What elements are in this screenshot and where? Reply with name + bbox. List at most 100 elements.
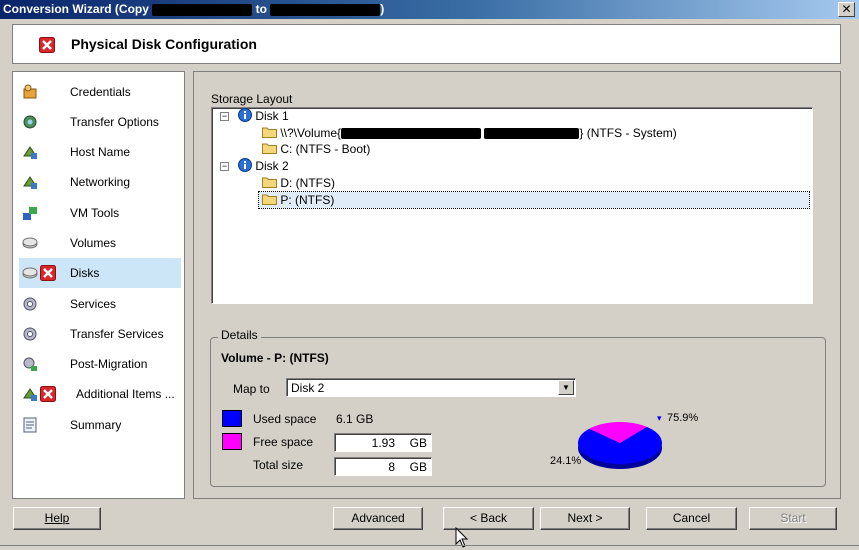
sidebar-item-post-migration[interactable]: Post-Migration: [19, 349, 181, 379]
total-size-unit: GB: [409, 460, 427, 474]
volumes-icon: [22, 237, 38, 249]
tree-item-label: Disk 2: [255, 159, 289, 173]
tree-item-label: D: (NTFS): [280, 176, 335, 190]
sidebar-item-label: Post-Migration: [70, 357, 148, 371]
used-percent-label: 75.9%: [667, 412, 698, 424]
sidebar-item-credentials[interactable]: Credentials: [19, 77, 181, 107]
total-size-field: 8 GB: [334, 457, 432, 476]
map-to-label: Map to: [233, 382, 270, 396]
cancel-button[interactable]: Cancel: [646, 507, 737, 530]
sidebar-item-label: Networking: [70, 175, 131, 189]
advanced-button-label: Advanced: [351, 511, 405, 525]
sidebar-item-host-name[interactable]: Host Name: [19, 137, 181, 167]
free-percent-label: 24.1%: [550, 455, 581, 467]
free-space-swatch: [222, 433, 242, 450]
redacted-source: [152, 3, 253, 16]
tree-item-disk1[interactable]: Disk 1: [238, 108, 289, 124]
tree-item-label: P: (NTFS): [280, 193, 335, 207]
sidebar-item-label: Transfer Options: [70, 115, 159, 129]
sidebar-item-label: Volumes: [70, 236, 117, 250]
total-size-value: 8: [388, 460, 395, 474]
sidebar-item-label: Additional Items ...: [76, 387, 175, 401]
total-size-label: Total size: [253, 458, 304, 472]
storage-layout-tree[interactable]: − Disk 1 \\?\Volume{ } (NTFS - System) C…: [211, 107, 813, 304]
sidebar-item-label: Transfer Services: [70, 327, 164, 341]
bottom-border: [0, 545, 859, 546]
pie-group: [578, 422, 662, 469]
storage-layout-label: Storage Layout: [211, 92, 293, 106]
tree-item-label: \\?\Volume{: [280, 126, 342, 140]
close-button[interactable]: ✕: [838, 2, 855, 17]
sidebar-item-summary[interactable]: Summary: [19, 410, 181, 440]
advanced-button[interactable]: Advanced: [333, 507, 423, 530]
next-button[interactable]: Next >: [540, 507, 630, 530]
collapse-disk2-toggle[interactable]: −: [220, 162, 229, 171]
start-button[interactable]: Start: [749, 507, 837, 530]
used-space-label: Used space: [253, 412, 317, 426]
transfer-services-icon: [23, 327, 37, 341]
sidebar-item-volumes[interactable]: Volumes: [19, 228, 181, 258]
start-button-label: Start: [780, 511, 806, 525]
sidebar-item-vm-tools[interactable]: VM Tools: [19, 198, 181, 228]
tree-item-p-volume[interactable]: P: (NTFS): [258, 191, 810, 209]
networking-icon: [23, 176, 37, 189]
folder-icon: [262, 177, 277, 188]
chevron-down-icon[interactable]: ▼: [558, 380, 574, 395]
help-button-label: Help: [44, 511, 70, 525]
tree-item-label: Disk 1: [255, 109, 289, 123]
folder-icon: [262, 127, 277, 138]
services-icon: [23, 297, 37, 311]
disk-info-icon: [238, 158, 252, 172]
window-title-suffix: ): [380, 2, 385, 16]
window-title-prefix: Conversion Wizard (Copy: [3, 2, 149, 16]
error-x-icon: [39, 37, 55, 53]
host-name-icon: [23, 146, 37, 159]
free-space-unit: GB: [409, 436, 427, 450]
used-space-value: 6.1 GB: [336, 412, 374, 426]
cancel-button-label: Cancel: [672, 511, 711, 525]
used-space-swatch: [222, 410, 242, 427]
vm-tools-icon: [23, 207, 37, 220]
sidebar-item-label: Services: [70, 297, 117, 311]
space-pie-chart: 75.9% 24.1% ▾: [550, 412, 698, 469]
credentials-icon: [23, 84, 37, 99]
error-x-icon: [40, 386, 56, 402]
post-migration-icon: [23, 357, 37, 371]
sidebar-item-networking[interactable]: Networking: [19, 167, 181, 197]
disk-info-icon: [238, 108, 252, 122]
redacted-target: [270, 3, 381, 16]
tree-item-label-suffix: } (NTFS - System): [579, 126, 677, 140]
close-icon: ✕: [841, 2, 852, 16]
tree-item-c-volume[interactable]: C: (NTFS - Boot): [262, 141, 370, 157]
window-title-bar: Conversion Wizard (Copy to ) ✕: [0, 0, 859, 19]
used-leader-mark: ▾: [657, 413, 662, 423]
sidebar-item-transfer-options[interactable]: Transfer Options: [19, 107, 181, 137]
sidebar-item-label: VM Tools: [70, 206, 120, 220]
help-button[interactable]: Help: [13, 507, 101, 530]
tree-item-disk2[interactable]: Disk 2: [238, 158, 289, 174]
free-space-value: 1.93: [371, 436, 395, 450]
sidebar-item-label: Summary: [70, 418, 122, 432]
folder-icon: [262, 194, 277, 205]
details-legend: Details: [218, 328, 261, 342]
sidebar-item-additional-items[interactable]: Additional Items ...: [19, 379, 181, 409]
volume-title: Volume - P: (NTFS): [221, 351, 329, 365]
map-to-select[interactable]: Disk 2 ▼: [286, 378, 576, 397]
page-title: Physical Disk Configuration: [71, 36, 257, 52]
free-space-label: Free space: [253, 435, 314, 449]
map-to-value: Disk 2: [291, 381, 325, 395]
summary-icon: [23, 417, 37, 433]
sidebar-item-label: Host Name: [70, 145, 131, 159]
sidebar-item-services[interactable]: Services: [19, 289, 181, 319]
wizard-steps-sidebar: Credentials Transfer Options Host Name N…: [12, 71, 185, 499]
tree-item-d-volume[interactable]: D: (NTFS): [262, 175, 335, 191]
sidebar-item-transfer-services[interactable]: Transfer Services: [19, 319, 181, 349]
tree-item-system-volume[interactable]: \\?\Volume{ } (NTFS - System): [262, 125, 677, 141]
sidebar-item-disks[interactable]: Disks: [19, 258, 181, 288]
sidebar-item-label: Disks: [70, 266, 100, 280]
transfer-options-icon: [23, 115, 37, 129]
sidebar-item-label: Credentials: [70, 85, 131, 99]
window-title-middle: to: [255, 2, 267, 16]
collapse-disk1-toggle[interactable]: −: [220, 112, 229, 121]
error-x-icon: [40, 265, 56, 281]
